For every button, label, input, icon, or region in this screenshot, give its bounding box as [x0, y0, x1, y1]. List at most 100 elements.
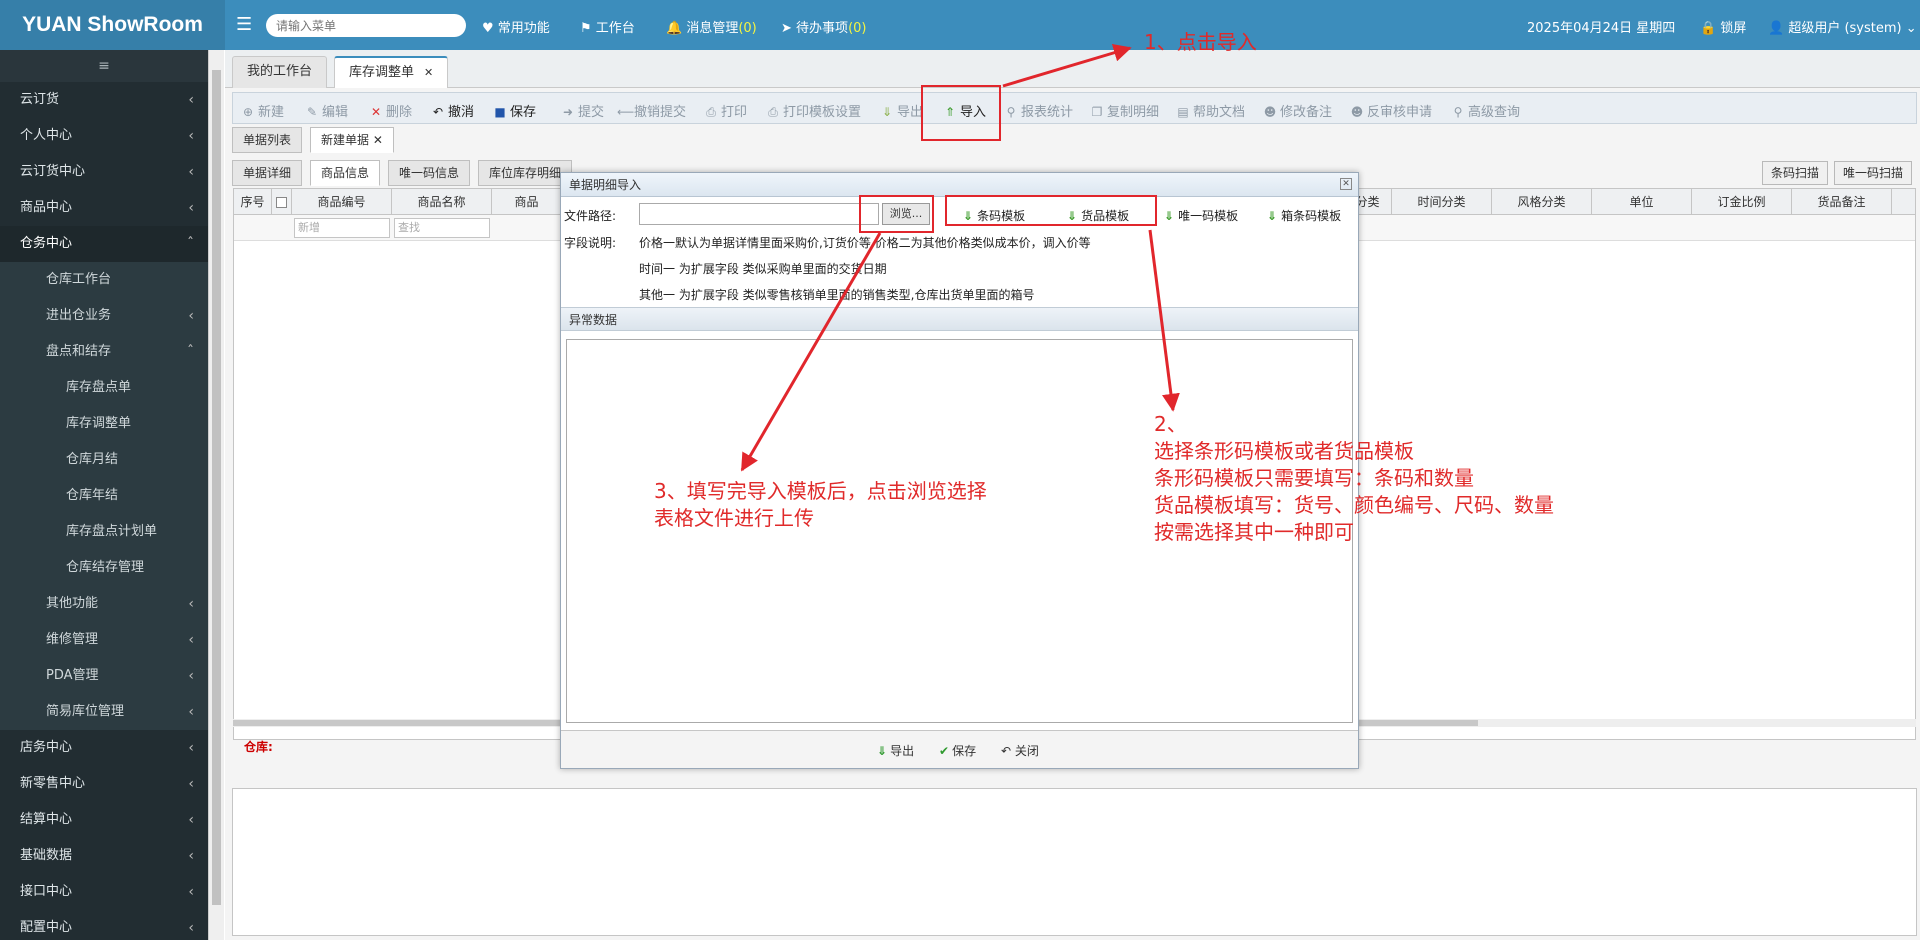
flag-icon: ⚑: [580, 21, 592, 36]
lock-screen-button[interactable]: 🔒 锁屏: [1700, 17, 1746, 36]
delete-button[interactable]: ✕ 删除: [369, 101, 412, 120]
nav-messages[interactable]: 🔔 消息管理(0): [666, 17, 757, 36]
edit-button[interactable]: ✎ 编辑: [305, 101, 348, 120]
tab-unique-code-info[interactable]: 唯一码信息: [388, 160, 471, 186]
close-icon[interactable]: ✕: [1340, 178, 1352, 190]
field-desc-line: 时间一 为扩展字段 类似采购单里面的交货日期: [639, 262, 887, 276]
tab-stock-adjustment[interactable]: 库存调整单 ✕: [334, 56, 449, 88]
dialog-title: 单据明细导入: [561, 173, 1358, 197]
dialog-save-button[interactable]: ✔ 保存: [939, 742, 976, 759]
sidebar-item-new-retail[interactable]: 新零售中心 ‹: [0, 766, 208, 802]
sidebar-item-basic-data[interactable]: 基础数据 ‹: [0, 838, 208, 874]
unique-code-scan-button[interactable]: 唯一码扫描: [1834, 161, 1913, 185]
chevron-left-icon: ‹: [188, 92, 194, 108]
send-icon: ➤: [781, 21, 792, 36]
file-path-input[interactable]: [639, 203, 879, 225]
sidebar-item-warehouse-workbench[interactable]: 仓库工作台: [0, 262, 208, 298]
sidebar-item-balance-management[interactable]: 仓库结存管理: [0, 550, 208, 586]
reverse-audit-button[interactable]: ☻ 反审核申请: [1350, 101, 1432, 120]
sidebar-item-stocktake-plan[interactable]: 库存盘点计划单: [0, 514, 208, 550]
toolbar: ⊕ 新建 ✎ 编辑 ✕ 删除 ↶ 撤消 ■ 保存 ➜ 提交 ⟵撤销提交 ⎙ 打印 ⎙ 打印模板设…: [232, 92, 1917, 124]
column-header: 商品编号: [292, 189, 392, 215]
cancel-button[interactable]: ↶ 撤消: [431, 101, 474, 120]
unique-code-template-button[interactable]: ⇓ 唯一码模板: [1164, 207, 1238, 224]
sidebar-item-monthly-close[interactable]: 仓库月结: [0, 442, 208, 478]
annotation-step1: 1、点击导入: [1144, 30, 1257, 54]
download-icon: ⇓: [1267, 209, 1278, 223]
chevron-left-icon: ‹: [188, 776, 194, 792]
annotation-step2: 2、 选择条形码模板或者货品模板 条形码模板只需要填写：条码和数量 货品模板填写…: [1154, 412, 1554, 544]
menu-search-input[interactable]: [266, 14, 466, 37]
print-template-button[interactable]: ⎙ 打印模板设置: [766, 101, 861, 120]
sidebar-item-config[interactable]: 配置中心 ‹: [0, 910, 208, 946]
help-doc-button[interactable]: ▤ 帮助文档: [1176, 101, 1245, 120]
nav-common-functions[interactable]: ♥ 常用功能: [482, 17, 550, 36]
tab-my-workbench[interactable]: 我的工作台: [232, 56, 328, 88]
current-date: 2025年04月24日 星期四: [1527, 21, 1676, 36]
sidebar-item-settlement[interactable]: 结算中心 ‹: [0, 802, 208, 838]
column-header: 货品备注: [1792, 189, 1892, 215]
sidebar-collapse-icon[interactable]: ≡: [0, 50, 208, 82]
tab-product-info[interactable]: 商品信息: [310, 160, 381, 186]
dialog-close-button[interactable]: ↶ 关闭: [1001, 742, 1039, 759]
submit-button[interactable]: ➜ 提交: [561, 101, 604, 120]
tab-document-detail[interactable]: 单据详细: [232, 160, 303, 186]
highlight-import: [921, 85, 1001, 141]
close-icon[interactable]: ✕: [373, 133, 383, 147]
sidebar-item-interface[interactable]: 接口中心 ‹: [0, 874, 208, 910]
filter-new-input[interactable]: 新增: [294, 218, 390, 238]
sidebar-item-personal[interactable]: 个人中心 ‹: [0, 118, 208, 154]
dialog-export-button[interactable]: ⇓ 导出: [877, 742, 914, 759]
revoke-submit-button[interactable]: ⟵撤销提交: [617, 101, 686, 120]
chevron-left-icon: ‹: [188, 704, 194, 720]
tab-new-document[interactable]: 新建单据 ✕: [310, 127, 394, 153]
sidebar-item-cloud-order-center[interactable]: 云订货中心 ‹: [0, 154, 208, 190]
sidebar-item-stocktake-sheet[interactable]: 库存盘点单: [0, 370, 208, 406]
sidebar-item-yearly-close[interactable]: 仓库年结: [0, 478, 208, 514]
print-button[interactable]: ⎙ 打印: [704, 101, 747, 120]
page-tab-bar: 我的工作台 库存调整单 ✕: [225, 50, 1920, 88]
sidebar-item-repair[interactable]: 维修管理 ‹: [0, 622, 208, 658]
sidebar-item-store-center[interactable]: 店务中心 ‹: [0, 730, 208, 766]
close-icon[interactable]: ✕: [424, 66, 433, 79]
filter-search-input[interactable]: 查找: [394, 218, 490, 238]
barcode-scan-button[interactable]: 条码扫描: [1762, 161, 1829, 185]
sidebar-item-inout-business[interactable]: 进出仓业务 ‹: [0, 298, 208, 334]
select-all-checkbox[interactable]: [272, 189, 292, 215]
chevron-left-icon: ‹: [188, 200, 194, 216]
field-desc-line: 其他一 为扩展字段 类似零售核销单里面的销售类型,仓库出货单里面的箱号: [639, 288, 1035, 302]
sidebar-item-product-center[interactable]: 商品中心 ‹: [0, 190, 208, 226]
tab-location-stock-detail[interactable]: 库位库存明细: [478, 160, 573, 186]
sidebar-item-stock-adjustment[interactable]: 库存调整单: [0, 406, 208, 442]
sidebar-item-pda[interactable]: PDA管理 ‹: [0, 658, 208, 694]
export-button[interactable]: ⇓ 导出: [880, 101, 923, 120]
report-button[interactable]: ⚲ 报表统计: [1004, 101, 1073, 120]
sidebar-item-cloud-order[interactable]: 云订货 ‹: [0, 82, 208, 118]
nav-workbench[interactable]: ⚑ 工作台: [580, 17, 635, 36]
menu-toggle-icon[interactable]: ☰: [236, 14, 252, 35]
box-barcode-template-button[interactable]: ⇓ 箱条码模板: [1267, 207, 1341, 224]
chevron-left-icon: ‹: [188, 884, 194, 900]
copy-detail-button[interactable]: ❐ 复制明细: [1090, 101, 1159, 120]
sidebar-item-simple-location[interactable]: 简易库位管理 ‹: [0, 694, 208, 730]
annotation-step3: 3、填写完导入模板后，点击浏览选择 表格文件进行上传: [654, 479, 987, 530]
advanced-query-button[interactable]: ⚲ 高级查询: [1451, 101, 1520, 120]
sidebar-scroll-thumb[interactable]: [212, 70, 221, 905]
user-menu[interactable]: 👤 超级用户 (system) ⌄: [1768, 17, 1917, 36]
top-header: YUAN ShowRoom ☰ ♥ 常用功能 ⚑ 工作台 🔔 消息管理(0) ➤…: [0, 0, 1920, 50]
chevron-left-icon: ‹: [188, 920, 194, 936]
chevron-down-icon: ⌄: [1905, 21, 1917, 36]
sidebar-item-other-functions[interactable]: 其他功能 ‹: [0, 586, 208, 622]
arrow-down-icon: ⇓: [877, 744, 888, 758]
nav-todo[interactable]: ➤ 待办事项(0): [781, 17, 866, 36]
sidebar-item-stocktake-balance[interactable]: 盘点和结存 ˆ: [0, 334, 208, 370]
column-header: 序号: [234, 189, 272, 215]
sidebar-item-warehouse-center[interactable]: 仓务中心 ˆ: [0, 226, 208, 262]
save-button[interactable]: ■ 保存: [493, 101, 536, 120]
column-header: 商品: [492, 189, 562, 215]
sidebar-scrollbar[interactable]: [208, 50, 224, 940]
edit-remark-button[interactable]: ☻ 修改备注: [1263, 101, 1332, 120]
new-button[interactable]: ⊕ 新建: [241, 101, 284, 120]
search-icon: ⚲: [1006, 105, 1016, 119]
tab-document-list[interactable]: 单据列表: [232, 127, 303, 153]
